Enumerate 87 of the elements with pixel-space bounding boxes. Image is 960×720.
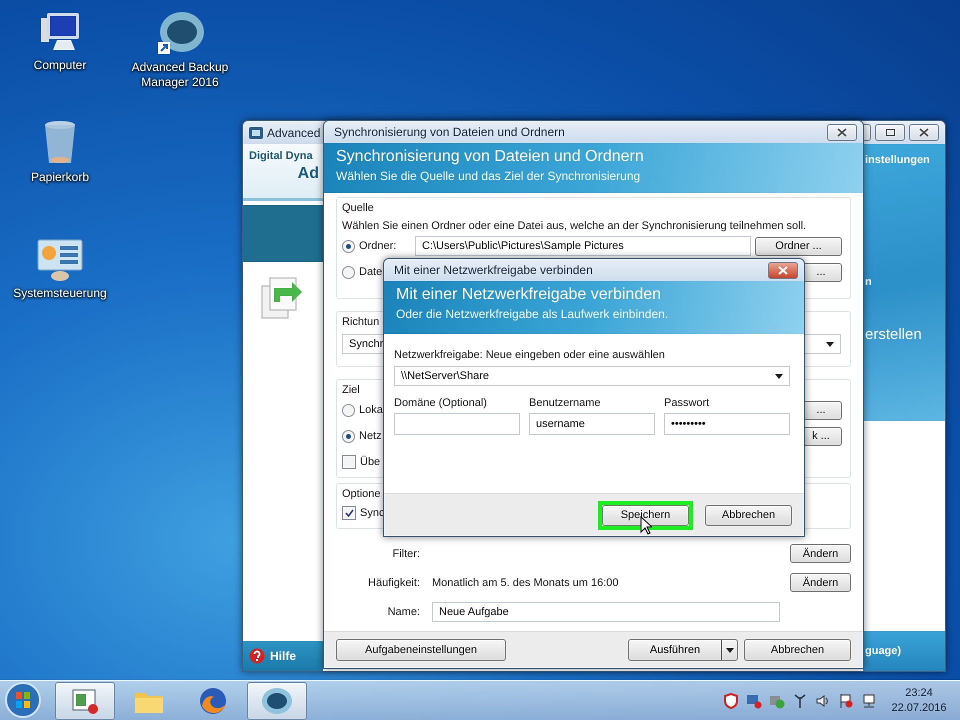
group-label: Ziel bbox=[342, 383, 361, 397]
app-shortcut-icon bbox=[155, 10, 205, 56]
cancel-button[interactable]: Abbrechen bbox=[705, 504, 792, 526]
brand-title: Ad bbox=[298, 165, 319, 183]
app-icon bbox=[260, 686, 294, 716]
field-label: Passwort bbox=[664, 396, 710, 410]
caret-icon bbox=[775, 374, 783, 378]
help-bar[interactable]: Hilfe bbox=[243, 641, 323, 671]
dialog-title: Synchronisierung von Dateien und Ordnern bbox=[334, 125, 565, 139]
checkbox[interactable] bbox=[342, 506, 356, 520]
flag-icon[interactable] bbox=[838, 693, 854, 709]
change-button[interactable]: Ändern bbox=[790, 573, 851, 592]
close-button[interactable] bbox=[909, 124, 939, 141]
field-label: Name: bbox=[386, 606, 421, 618]
save-button[interactable]: Speichern bbox=[602, 504, 689, 526]
close-button[interactable] bbox=[768, 262, 798, 278]
antenna-icon[interactable] bbox=[792, 693, 808, 709]
network-icon[interactable] bbox=[861, 693, 877, 709]
recycle-bin-icon bbox=[43, 120, 77, 166]
start-button[interactable] bbox=[3, 681, 43, 720]
input-field[interactable] bbox=[394, 413, 520, 435]
name-field[interactable]: Neue Aufgabe bbox=[432, 602, 780, 622]
shield-icon[interactable] bbox=[723, 693, 739, 709]
checkbox-label: Übe bbox=[360, 455, 380, 469]
help-label: Hilfe bbox=[270, 649, 296, 663]
dialog-subheading: Wählen Sie die Quelle und das Ziel der Synchronisierung bbox=[336, 169, 642, 183]
group-label: Optione bbox=[342, 487, 382, 501]
radio-button[interactable] bbox=[342, 430, 355, 442]
radio-label: Loka bbox=[359, 403, 383, 417]
close-icon bbox=[837, 128, 847, 136]
checkbox[interactable] bbox=[342, 455, 356, 469]
radio-button[interactable] bbox=[342, 404, 355, 416]
radio-button[interactable] bbox=[342, 266, 355, 278]
change-button[interactable]: Ändern bbox=[790, 544, 851, 563]
checkbox-label: Sync bbox=[360, 506, 384, 520]
clock[interactable]: 23:24 22.07.2016 bbox=[884, 686, 954, 716]
field-label: Filter: bbox=[392, 548, 421, 560]
field-value: Monatlich am 5. des Monats um 16:00 bbox=[432, 576, 618, 590]
input-field[interactable]: ••••••••• bbox=[664, 413, 790, 435]
clock-date: 22.07.2016 bbox=[891, 701, 947, 716]
speaker-icon[interactable] bbox=[815, 693, 831, 709]
taskbar-button[interactable] bbox=[55, 682, 115, 720]
group-label: Richtun bbox=[342, 315, 380, 329]
share-dropdown[interactable]: \\NetServer\Share bbox=[394, 366, 790, 386]
dialog-subheading: Oder die Netzwerkfreigabe als Laufwerk einbinden. bbox=[396, 307, 670, 321]
maximize-icon bbox=[886, 129, 894, 136]
source-hint: Wählen Sie einen Ordner oder eine Datei aus, welche an der Synchronisierung teilnehmen soll. bbox=[342, 219, 808, 233]
radio-button[interactable] bbox=[342, 240, 355, 252]
run-split-button[interactable]: Ausführen bbox=[628, 639, 738, 661]
radio-label: Netz bbox=[359, 429, 382, 443]
group-label: Quelle bbox=[342, 201, 375, 215]
input-field[interactable]: username bbox=[529, 413, 655, 435]
taskbar-button[interactable] bbox=[247, 682, 307, 720]
share-label: Netzwerkfreigabe: Neue eingeben oder eine auswählen bbox=[394, 348, 666, 362]
start-orb-icon bbox=[4, 681, 42, 719]
desktop-icon-label[interactable]: Advanced Backup Manager 2016 bbox=[125, 60, 235, 90]
desktop-icon-label[interactable]: Systemsteuerung bbox=[13, 286, 107, 301]
help-icon bbox=[249, 648, 265, 664]
control-panel-icon bbox=[36, 238, 84, 282]
field-label: Häufigkeit: bbox=[367, 576, 421, 588]
side-menu-label[interactable]: n bbox=[863, 276, 945, 288]
cancel-button[interactable]: Abbrechen bbox=[744, 639, 851, 661]
maximize-button[interactable] bbox=[875, 124, 905, 141]
radio-label: Date bbox=[359, 265, 382, 279]
window-title: Advanced bbox=[267, 126, 320, 140]
clock-time: 23:24 bbox=[905, 686, 933, 701]
window-icon bbox=[70, 687, 100, 715]
path-field[interactable]: C:\Users\Public\Pictures\Sample Pictures bbox=[415, 236, 751, 256]
brand-text: Digital Dyna bbox=[249, 150, 314, 162]
close-icon bbox=[778, 266, 788, 274]
radio-label: Ordner: bbox=[359, 239, 396, 253]
close-icon bbox=[919, 128, 929, 137]
caret-icon bbox=[826, 342, 834, 346]
browse-button[interactable]: Ordner ... bbox=[755, 236, 842, 256]
dialog-heading: Mit einer Netzwerkfreigabe verbinden bbox=[396, 286, 662, 304]
monitor-icon[interactable] bbox=[746, 693, 762, 709]
task-settings-button[interactable]: Aufgabeneinstellungen bbox=[336, 639, 506, 661]
app-logo-icon bbox=[249, 126, 263, 138]
field-label: Domäne (Optional) bbox=[394, 396, 488, 410]
dialog-title: Mit einer Netzwerkfreigabe verbinden bbox=[394, 263, 593, 277]
desktop-icon-label[interactable]: Computer bbox=[34, 58, 86, 73]
field-label: Benutzername bbox=[529, 396, 602, 410]
dialog-heading: Synchronisierung von Dateien und Ordnern bbox=[336, 148, 645, 166]
desktop-icon-label[interactable]: Papierkorb bbox=[30, 170, 90, 185]
browser-icon bbox=[198, 686, 228, 716]
caret-icon bbox=[726, 648, 734, 652]
close-button[interactable] bbox=[827, 124, 857, 140]
